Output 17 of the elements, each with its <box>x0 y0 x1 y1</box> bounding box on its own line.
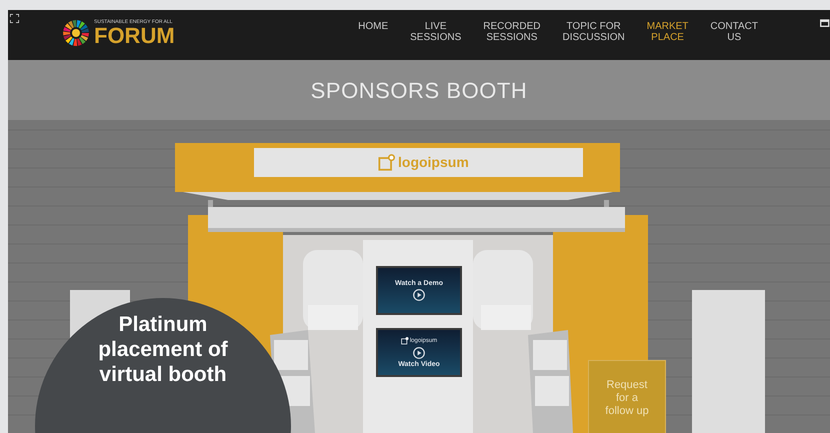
nav-link[interactable]: RECORDED SESSIONS <box>483 21 540 43</box>
nav-link[interactable]: HOME <box>358 21 388 43</box>
external-window-icon[interactable] <box>820 18 830 27</box>
color-wheel-logo-icon[interactable] <box>62 19 90 47</box>
logo-wordmark[interactable]: FORUM <box>94 24 175 46</box>
callout-text: Platinum placement of virtual booth <box>97 312 229 388</box>
logo-icon <box>378 154 396 172</box>
page-title: SPONSORS BOOTH <box>310 77 528 105</box>
sign-logo-text: logoipsum <box>398 153 469 172</box>
play-icon[interactable] <box>413 347 425 359</box>
logo-icon <box>400 337 409 345</box>
play-icon[interactable] <box>413 289 425 301</box>
fullscreen-icon[interactable] <box>10 14 19 23</box>
nav-link[interactable]: TOPIC FOR DISCUSSION <box>562 21 625 43</box>
nav-link[interactable]: MARKET PLACE <box>646 21 688 43</box>
nav-link[interactable]: LIVE SESSIONS <box>410 21 462 43</box>
nav-link[interactable]: CONTACT US <box>710 21 758 43</box>
